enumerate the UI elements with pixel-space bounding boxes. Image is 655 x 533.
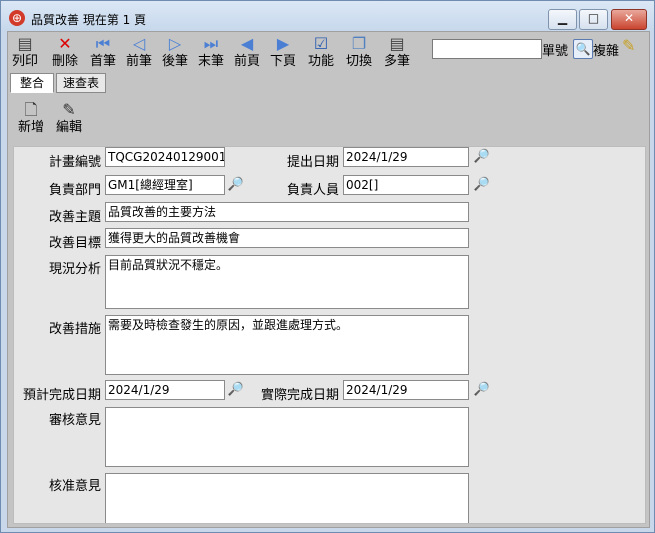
multi-record-icon: ▤ [389,34,405,53]
last-record-icon: ⏭ [203,34,219,53]
topic-field[interactable]: 品質改善的主要方法 [105,202,469,222]
next-page-button[interactable]: ▶ 下頁 [268,34,298,72]
status-analysis-field[interactable]: 目前品質狀況不穩定。 [105,255,469,309]
delete-icon: ✕ [58,34,72,53]
measure-field[interactable]: 需要及時檢查發生的原因，並跟進處理方式。 [105,315,469,375]
window-title: 品質改善 現在第 1 頁 [31,13,147,27]
submit-date-search-icon[interactable]: 🔎 [473,148,491,166]
printer-icon: ▤ [17,34,33,53]
edit-button[interactable]: ✎ 編輯 [52,100,86,138]
planned-date-field[interactable]: 2024/1/29 [105,380,225,400]
actual-date-field[interactable]: 2024/1/29 [343,380,469,400]
dept-label: 負責部門 [48,183,101,198]
planned-date-search-icon[interactable]: 🔎 [227,381,245,399]
maximize-button[interactable]: □ [579,9,608,30]
minimize-button[interactable]: ▁ [548,9,577,30]
client-area: ▤ 列印 ✕ 刪除 ⏮ 首筆 ◁ 前筆 ▷ 後筆 ⏭ 末筆 ◀ 前頁 ▶ 下頁 … [7,31,650,528]
new-button[interactable]: 🗋 新增 [14,100,48,138]
next-page-icon: ▶ [276,34,290,53]
close-button[interactable]: ✕ [611,9,647,30]
previous-page-icon: ◀ [240,34,254,53]
last-record-button[interactable]: ⏭ 末筆 [196,34,226,72]
complex-search-label: 複雜 [593,44,620,59]
review-label: 審核意見 [48,413,101,428]
single-number-label: 單號 [542,44,569,59]
function-button[interactable]: ☑ 功能 [306,34,336,72]
submit-date-label: 提出日期 [286,155,339,170]
multi-record-button[interactable]: ▤ 多筆 [382,34,412,72]
switch-button[interactable]: ❐ 切換 [344,34,374,72]
main-toolbar: ▤ 列印 ✕ 刪除 ⏮ 首筆 ◁ 前筆 ▷ 後筆 ⏭ 末筆 ◀ 前頁 ▶ 下頁 … [8,32,649,72]
edit-document-icon: ✎ [62,100,76,119]
approve-label: 核准意見 [48,479,101,494]
tab-integrated[interactable]: 整合 [10,73,54,93]
person-field[interactable]: 002[] [343,175,469,195]
submit-date-field[interactable]: 2024/1/29 [343,147,469,167]
function-icon: ☑ [313,34,329,53]
previous-record-button[interactable]: ◁ 前筆 [124,34,154,72]
print-button[interactable]: ▤ 列印 [10,34,40,72]
search-icon[interactable]: 🔍 [573,39,593,59]
next-record-button[interactable]: ▷ 後筆 [160,34,190,72]
person-search-icon[interactable]: 🔎 [473,176,491,194]
plan-no-label: 計畫編號 [48,155,101,170]
delete-button[interactable]: ✕ 刪除 [50,34,80,72]
first-record-button[interactable]: ⏮ 首筆 [88,34,118,72]
planned-date-label: 預計完成日期 [22,388,101,403]
first-record-icon: ⏮ [95,34,111,53]
detail-form: 計畫編號 TQCG20240129001 提出日期 2024/1/29 🔎 負責… [13,146,646,524]
approve-field[interactable] [105,473,469,523]
previous-record-icon: ◁ [132,34,146,53]
search-input[interactable] [432,39,542,59]
topic-label: 改善主題 [48,210,101,225]
person-label: 負責人員 [286,183,339,198]
plan-no-field[interactable]: TQCG20240129001 [105,147,225,167]
status-analysis-label: 現況分析 [48,262,101,277]
tab-quick-lookup[interactable]: 速查表 [56,73,106,93]
complex-search-icon[interactable]: ✎ [622,36,642,56]
goal-field[interactable]: 獲得更大的品質改善機會 [105,228,469,248]
actual-date-label: 實際完成日期 [260,388,339,403]
review-field[interactable] [105,407,469,467]
measure-label: 改善措施 [48,322,101,337]
switch-icon: ❐ [351,34,367,53]
title-bar: ⊕ 品質改善 現在第 1 頁 ▁ □ ✕ [1,1,654,31]
next-record-icon: ▷ [168,34,182,53]
previous-page-button[interactable]: ◀ 前頁 [232,34,262,72]
new-document-icon: 🗋 [24,100,38,119]
dept-field[interactable]: GM1[總經理室] [105,175,225,195]
goal-label: 改善目標 [48,236,101,251]
actual-date-search-icon[interactable]: 🔎 [473,381,491,399]
dept-search-icon[interactable]: 🔎 [227,176,245,194]
app-window: ⊕ 品質改善 現在第 1 頁 ▁ □ ✕ ▤ 列印 ✕ 刪除 ⏮ 首筆 ◁ 前筆 [0,0,655,533]
globe-icon: ⊕ [9,10,25,26]
